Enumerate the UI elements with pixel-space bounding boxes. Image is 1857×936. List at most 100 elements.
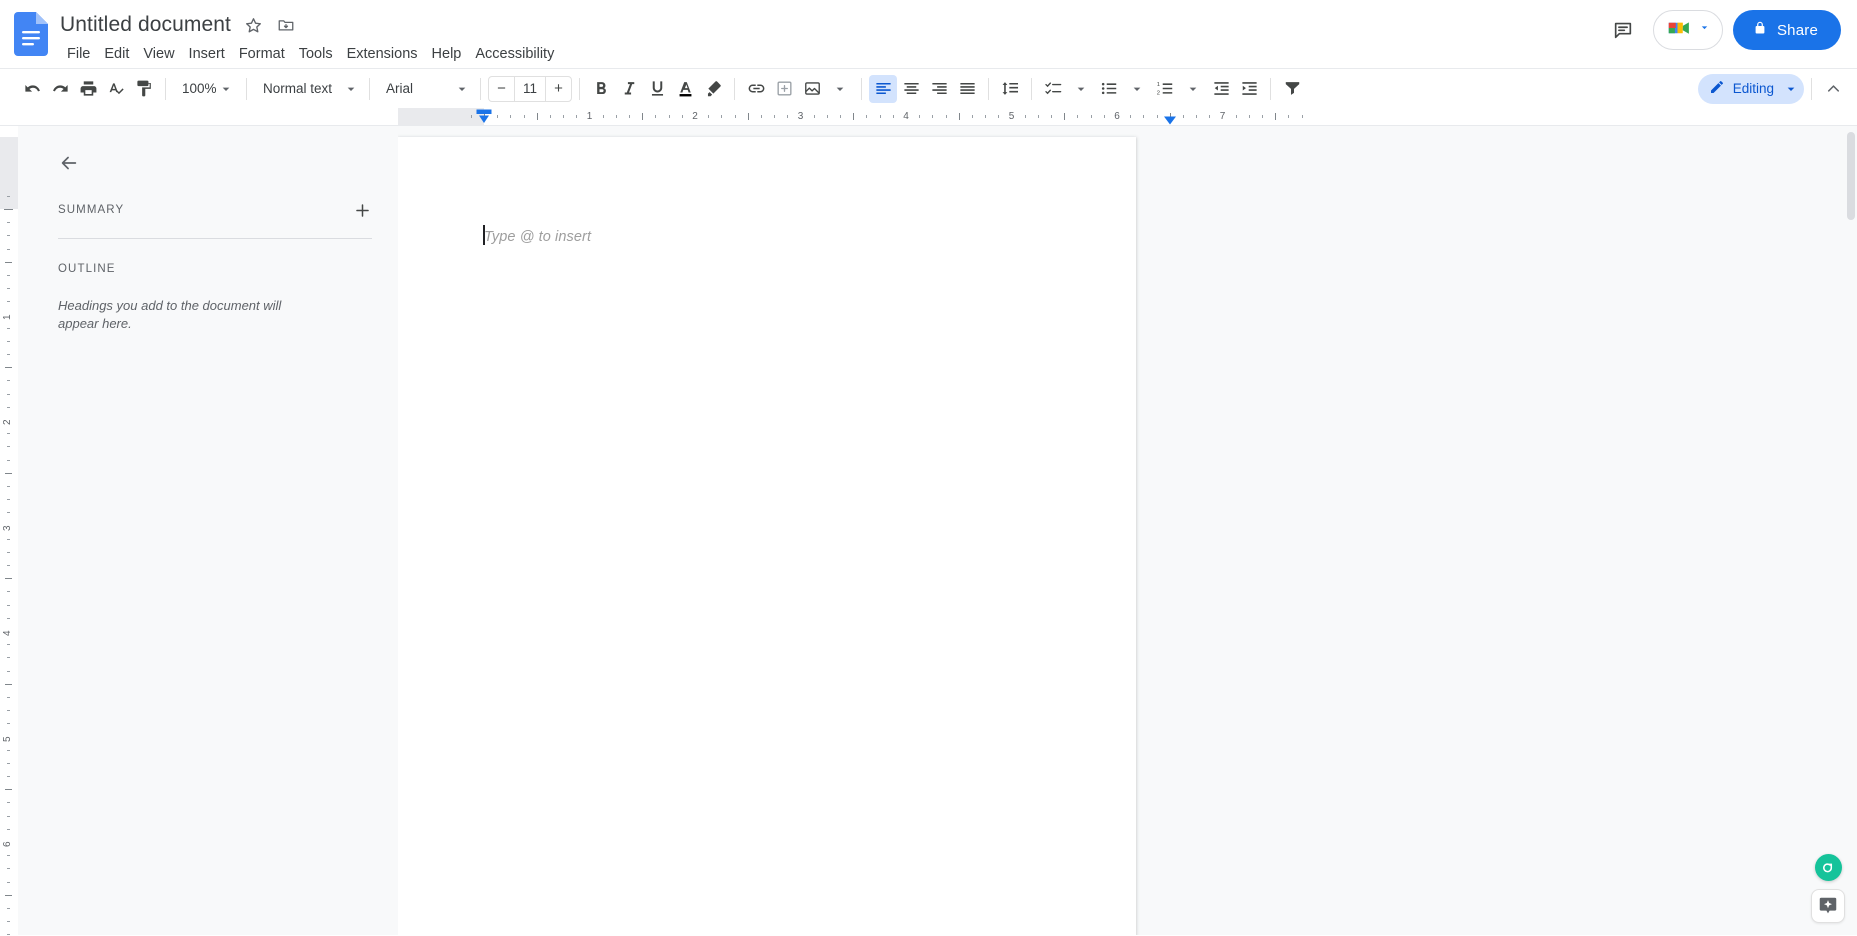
align-right-icon[interactable] <box>925 75 953 103</box>
ruler-tick <box>7 406 10 408</box>
increase-indent-icon[interactable] <box>1235 75 1263 103</box>
zoom-value: 100% <box>182 81 217 96</box>
align-justify-icon[interactable] <box>953 75 981 103</box>
document-scroll-area[interactable]: Type @ to insert <box>398 126 1857 935</box>
redo-icon[interactable] <box>46 75 74 103</box>
line-spacing-icon[interactable] <box>996 75 1024 103</box>
lock-icon <box>1752 20 1768 40</box>
ruler-tick <box>7 762 10 764</box>
back-arrow-icon[interactable] <box>52 146 86 180</box>
ruler-tick <box>7 499 10 501</box>
ruler-tick <box>747 113 749 120</box>
numbered-list-icon[interactable]: 1 2 <box>1151 75 1179 103</box>
ruler-tick <box>7 459 10 461</box>
underline-button[interactable] <box>643 75 671 103</box>
vertical-ruler[interactable]: 1 2 3 4 5 6 <box>0 126 18 935</box>
add-summary-icon[interactable] <box>348 196 376 224</box>
ruler-tick <box>787 115 789 118</box>
toolbar-divider <box>1811 77 1812 100</box>
move-to-folder-icon[interactable] <box>273 12 299 38</box>
font-size-input[interactable]: 11 <box>514 76 546 101</box>
ruler-tick-label: 2 <box>2 419 13 425</box>
bold-button[interactable] <box>587 75 615 103</box>
document-page[interactable]: Type @ to insert <box>398 137 1136 935</box>
zoom-control[interactable]: 100% <box>173 75 239 103</box>
decrease-indent-icon[interactable] <box>1207 75 1235 103</box>
right-indent-marker[interactable] <box>1162 114 1178 125</box>
increase-font-size-button[interactable]: + <box>546 77 571 101</box>
menu-item-accessibility[interactable]: Accessibility <box>468 42 561 67</box>
spellcheck-icon[interactable] <box>102 75 130 103</box>
menu-item-tools[interactable]: Tools <box>292 42 340 67</box>
menu-item-file[interactable]: File <box>60 42 97 67</box>
google-docs-logo[interactable] <box>14 12 48 56</box>
menu-item-insert[interactable]: Insert <box>182 42 232 67</box>
italic-button[interactable] <box>615 75 643 103</box>
toolbar-divider <box>1270 77 1271 100</box>
menu-item-extensions[interactable]: Extensions <box>340 42 425 67</box>
ruler-tick <box>1103 115 1105 118</box>
toolbar-divider <box>480 77 481 100</box>
ruler-tick <box>879 115 881 118</box>
numbered-list-dropdown[interactable] <box>1179 75 1207 103</box>
floating-action-stack <box>1811 854 1845 923</box>
add-comment-icon[interactable] <box>770 75 798 103</box>
checklist-dropdown[interactable] <box>1067 75 1095 103</box>
editing-mode-button[interactable]: Editing <box>1697 73 1804 104</box>
paint-format-icon[interactable] <box>130 75 158 103</box>
ruler-tick <box>7 195 10 197</box>
google-meet-button[interactable] <box>1652 10 1723 50</box>
print-icon[interactable] <box>74 75 102 103</box>
collapse-toolbar-button[interactable] <box>1819 75 1847 103</box>
align-center-icon[interactable] <box>897 75 925 103</box>
insert-image-dropdown[interactable] <box>826 75 854 103</box>
ruler-tick <box>7 274 10 276</box>
title-and-menu-block: Untitled document File Edit View Insert … <box>58 8 561 67</box>
ruler-tick <box>5 261 12 263</box>
insert-link-icon[interactable] <box>742 75 770 103</box>
align-left-icon[interactable] <box>869 74 897 103</box>
ruler-tick <box>853 113 855 120</box>
ruler-tick <box>932 115 934 118</box>
menu-item-edit[interactable]: Edit <box>97 42 136 67</box>
gemini-sparkle-icon[interactable] <box>1811 889 1845 923</box>
chevron-down-icon <box>1782 81 1800 97</box>
horizontal-ruler[interactable]: 1 2 3 4 5 6 7 <box>0 108 1857 126</box>
bulleted-list-dropdown[interactable] <box>1123 75 1151 103</box>
document-title[interactable]: Untitled document <box>58 11 235 39</box>
bulleted-list-icon[interactable] <box>1095 75 1123 103</box>
star-outline-icon[interactable] <box>241 12 267 38</box>
checklist-icon[interactable] <box>1039 75 1067 103</box>
ruler-tick <box>7 393 10 395</box>
comment-history-icon[interactable] <box>1603 10 1643 50</box>
ruler-tick <box>563 115 565 118</box>
ruler-tick <box>7 749 10 751</box>
insert-image-icon[interactable] <box>798 75 826 103</box>
clear-formatting-icon[interactable] <box>1278 75 1306 103</box>
decrease-font-size-button[interactable]: − <box>489 77 514 101</box>
share-button[interactable]: Share <box>1732 10 1841 50</box>
ruler-tick <box>7 446 10 448</box>
ruler-tick <box>1156 115 1158 118</box>
left-indent-marker[interactable] <box>475 109 493 125</box>
font-family-value: Arial <box>386 81 414 96</box>
ruler-tick <box>7 802 10 804</box>
toolbar-divider <box>861 77 862 100</box>
vertical-scrollbar[interactable] <box>1847 132 1855 220</box>
paragraph-style-control[interactable]: Normal text <box>254 75 362 103</box>
ruler-tick <box>7 433 10 435</box>
text-color-button[interactable] <box>671 75 699 103</box>
ruler-tick <box>1301 115 1303 118</box>
ruler-tick <box>5 367 12 369</box>
ruler-tick <box>840 115 842 118</box>
grammarly-icon[interactable] <box>1814 854 1842 881</box>
highlight-pen-icon[interactable] <box>699 75 727 103</box>
ruler-tick <box>655 115 657 118</box>
ruler-tick <box>576 115 578 118</box>
ruler-tick <box>497 115 499 118</box>
font-family-control[interactable]: Arial <box>377 75 473 103</box>
undo-icon[interactable] <box>18 75 46 103</box>
menu-item-help[interactable]: Help <box>425 42 469 67</box>
menu-item-format[interactable]: Format <box>232 42 292 67</box>
menu-item-view[interactable]: View <box>136 42 181 67</box>
